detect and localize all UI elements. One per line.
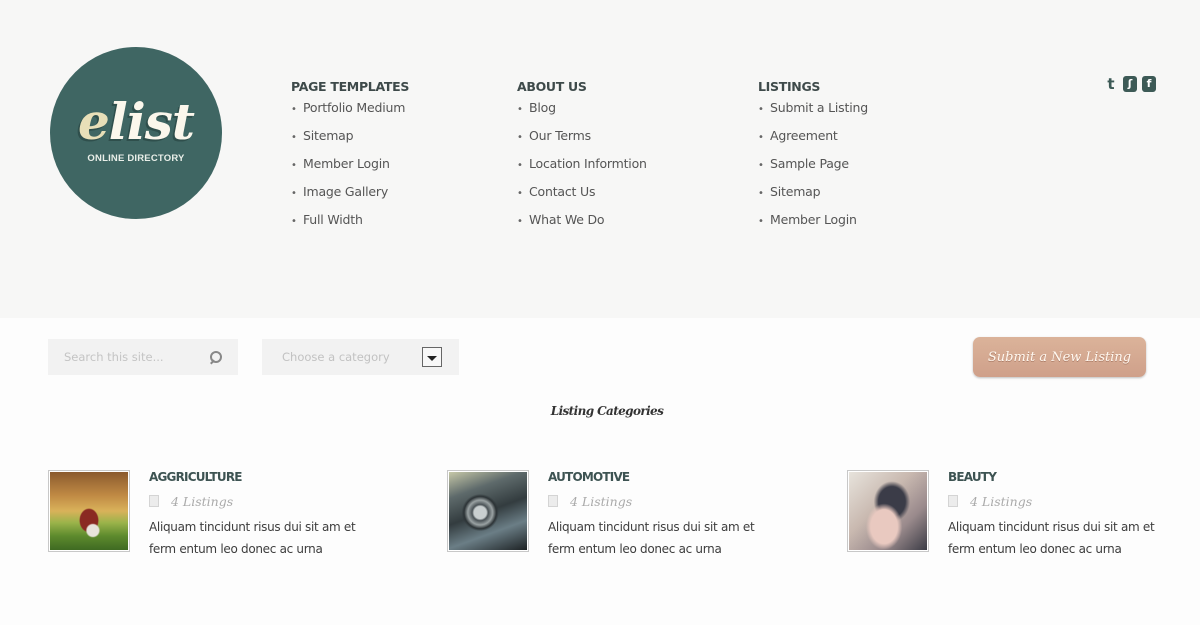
bullet-icon: • xyxy=(291,132,297,143)
menu-heading: LISTINGS xyxy=(758,79,821,94)
menu-listings: LISTINGS • Submit a Listing • Agreement • S… xyxy=(758,79,868,241)
bullet-icon: • xyxy=(517,216,523,227)
bullet-icon: • xyxy=(291,216,297,227)
menu-link-full-width[interactable]: • Full Width xyxy=(291,213,409,241)
logo-tagline: ONLINE DIRECTORY xyxy=(87,152,185,164)
menu-link-submit-listing[interactable]: • Submit a Listing xyxy=(758,101,868,129)
submit-new-listing-button[interactable]: Submit a New Listing xyxy=(973,337,1146,377)
chevron-down-icon[interactable] xyxy=(422,347,442,367)
bullet-icon: • xyxy=(758,132,764,143)
category-card: AUTOMOTIVE 4 Listings Aliquam tincidunt … xyxy=(447,470,777,556)
menu-link-location-information[interactable]: • Location Informtion xyxy=(517,157,647,185)
search-input[interactable] xyxy=(64,350,194,364)
menu-about-us: ABOUT US • Blog • Our Terms • Location Info… xyxy=(517,79,647,241)
menu-link-our-terms[interactable]: • Our Terms xyxy=(517,129,647,157)
bullet-icon: • xyxy=(517,132,523,143)
menu-heading: ABOUT US xyxy=(517,79,587,94)
site-logo[interactable]: elist ONLINE DIRECTORY xyxy=(50,47,222,219)
bullet-icon: • xyxy=(758,160,764,171)
document-icon xyxy=(149,495,159,507)
facebook-icon[interactable]: f xyxy=(1142,76,1156,92)
listing-count: 4 Listings xyxy=(570,493,633,509)
menu-link-portfolio-medium[interactable]: • Portfolio Medium xyxy=(291,101,409,129)
category-name[interactable]: BEAUTY xyxy=(948,470,1173,486)
bullet-icon: • xyxy=(758,216,764,227)
category-description: Aliquam tincidunt risus dui sit am et fe… xyxy=(948,520,1155,556)
menu-link-sitemap[interactable]: • Sitemap xyxy=(291,129,409,157)
category-thumbnail[interactable] xyxy=(48,470,130,552)
document-icon xyxy=(548,495,558,507)
section-title: Listing Categories xyxy=(550,404,664,418)
bullet-icon: • xyxy=(291,160,297,171)
twitter-icon[interactable]: t xyxy=(1104,76,1118,92)
category-name[interactable]: AUTOMOTIVE xyxy=(548,470,773,486)
category-description: Aliquam tincidunt risus dui sit am et fe… xyxy=(149,520,356,556)
rss-icon[interactable]: ʃ xyxy=(1123,76,1137,92)
menu-heading: PAGE TEMPLATES xyxy=(291,79,410,94)
beauty-image xyxy=(849,472,927,550)
menu-link-contact-us[interactable]: • Contact Us xyxy=(517,185,647,213)
agriculture-image xyxy=(50,472,128,550)
menu-link-member-login[interactable]: • Member Login xyxy=(291,157,409,185)
category-thumbnail[interactable] xyxy=(447,470,529,552)
menu-link-sample-page[interactable]: • Sample Page xyxy=(758,157,868,185)
bullet-icon: • xyxy=(517,188,523,199)
automotive-image xyxy=(449,472,527,550)
bullet-icon: • xyxy=(517,160,523,171)
bullet-icon: • xyxy=(291,188,297,199)
bullet-icon: • xyxy=(758,104,764,115)
menu-link-blog[interactable]: • Blog xyxy=(517,101,647,129)
category-card: BEAUTY 4 Listings Aliquam tincidunt risu… xyxy=(847,470,1177,556)
bullet-icon: • xyxy=(517,104,523,115)
bullet-icon: • xyxy=(758,188,764,199)
category-thumbnail[interactable] xyxy=(847,470,929,552)
category-card: AGGRICULTURE 4 Listings Aliquam tincidun… xyxy=(48,470,378,556)
menu-link-member-login-2[interactable]: • Member Login xyxy=(758,213,868,241)
social-links: t ʃ f xyxy=(1104,76,1156,92)
listing-count: 4 Listings xyxy=(171,493,234,509)
bullet-icon: • xyxy=(291,104,297,115)
category-description: Aliquam tincidunt risus dui sit am et fe… xyxy=(548,520,755,556)
search-icon[interactable] xyxy=(209,350,222,364)
document-icon xyxy=(948,495,958,507)
category-select[interactable]: Choose a category xyxy=(262,339,459,375)
menu-link-sitemap-2[interactable]: • Sitemap xyxy=(758,185,868,213)
menu-link-what-we-do[interactable]: • What We Do xyxy=(517,213,647,241)
category-name[interactable]: AGGRICULTURE xyxy=(149,470,374,486)
listing-count: 4 Listings xyxy=(970,493,1033,509)
menu-link-image-gallery[interactable]: • Image Gallery xyxy=(291,185,409,213)
site-header: elist ONLINE DIRECTORY PAGE TEMPLATES • P… xyxy=(0,0,1200,318)
logo-wordmark: elist xyxy=(77,91,195,151)
search-field xyxy=(48,339,238,375)
menu-page-templates: PAGE TEMPLATES • Portfolio Medium • Sitema… xyxy=(291,79,409,241)
category-select-value: Choose a category xyxy=(282,350,390,364)
menu-link-agreement[interactable]: • Agreement xyxy=(758,129,868,157)
